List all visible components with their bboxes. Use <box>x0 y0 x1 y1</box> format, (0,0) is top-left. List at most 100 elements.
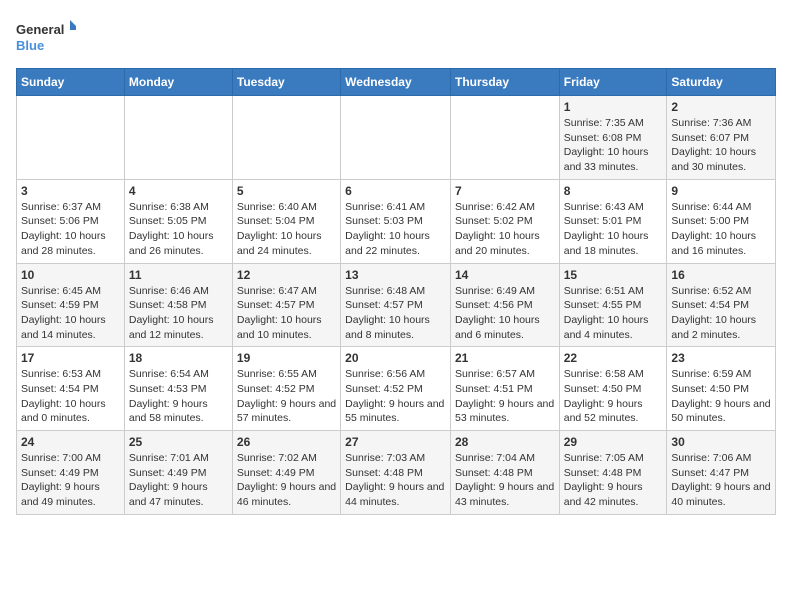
logo-svg: General Blue <box>16 16 76 56</box>
calendar-cell: 18Sunrise: 6:54 AM Sunset: 4:53 PM Dayli… <box>124 347 232 431</box>
calendar-cell: 27 Sunrise: 7:03 AM Sunset: 4:48 PM Dayli… <box>341 431 451 515</box>
day-info: Sunrise: 6:55 AM Sunset: 4:52 PM Dayligh… <box>237 367 336 426</box>
calendar-week-row: 17Sunrise: 6:53 AM Sunset: 4:54 PM Dayli… <box>17 347 776 431</box>
day-number: 3 <box>21 184 120 198</box>
calendar-cell: 25Sunrise: 7:01 AM Sunset: 4:49 PM Dayli… <box>124 431 232 515</box>
calendar-cell: 14Sunrise: 6:49 AM Sunset: 4:56 PM Dayli… <box>450 263 559 347</box>
day-info: Sunrise: 6:44 AM Sunset: 5:00 PM Dayligh… <box>671 200 771 259</box>
calendar-cell: 8 Sunrise: 6:43 AM Sunset: 5:01 PM Daylig… <box>559 179 667 263</box>
day-number: 22 <box>564 351 663 365</box>
day-number: 28 <box>455 435 555 449</box>
day-number: 21 <box>455 351 555 365</box>
day-number: 19 <box>237 351 336 365</box>
calendar-cell <box>341 96 451 180</box>
calendar-cell: 7 Sunrise: 6:42 AM Sunset: 5:02 PM Daylig… <box>450 179 559 263</box>
calendar-cell <box>124 96 232 180</box>
day-number: 23 <box>671 351 771 365</box>
calendar-cell: 19 Sunrise: 6:55 AM Sunset: 4:52 PM Dayli… <box>232 347 340 431</box>
weekday-header: Monday <box>124 69 232 96</box>
day-info: Sunrise: 6:56 AM Sunset: 4:52 PM Dayligh… <box>345 367 446 426</box>
calendar-week-row: 24Sunrise: 7:00 AM Sunset: 4:49 PM Dayli… <box>17 431 776 515</box>
day-info: Sunrise: 6:47 AM Sunset: 4:57 PM Dayligh… <box>237 284 336 343</box>
calendar-cell: 13 Sunrise: 6:48 AM Sunset: 4:57 PM Dayli… <box>341 263 451 347</box>
calendar-cell: 4 Sunrise: 6:38 AM Sunset: 5:05 PM Daylig… <box>124 179 232 263</box>
calendar-cell: 1 Sunrise: 7:35 AM Sunset: 6:08 PM Daylig… <box>559 96 667 180</box>
calendar-cell: 26Sunrise: 7:02 AM Sunset: 4:49 PM Dayli… <box>232 431 340 515</box>
day-info: Sunrise: 6:48 AM Sunset: 4:57 PM Dayligh… <box>345 284 446 343</box>
calendar-cell: 23 Sunrise: 6:59 AM Sunset: 4:50 PM Dayli… <box>667 347 776 431</box>
day-info: Sunrise: 6:59 AM Sunset: 4:50 PM Dayligh… <box>671 367 771 426</box>
weekday-header: Thursday <box>450 69 559 96</box>
calendar-cell: 3 Sunrise: 6:37 AM Sunset: 5:06 PM Daylig… <box>17 179 125 263</box>
day-number: 8 <box>564 184 663 198</box>
day-info: Sunrise: 6:43 AM Sunset: 5:01 PM Dayligh… <box>564 200 663 259</box>
day-info: Sunrise: 6:46 AM Sunset: 4:58 PM Dayligh… <box>129 284 228 343</box>
day-number: 30 <box>671 435 771 449</box>
day-info: Sunrise: 6:54 AM Sunset: 4:53 PM Dayligh… <box>129 367 228 426</box>
day-info: Sunrise: 7:00 AM Sunset: 4:49 PM Dayligh… <box>21 451 120 510</box>
day-number: 13 <box>345 268 446 282</box>
day-info: Sunrise: 6:45 AM Sunset: 4:59 PM Dayligh… <box>21 284 120 343</box>
page-header: General Blue <box>16 16 776 56</box>
day-info: Sunrise: 7:06 AM Sunset: 4:47 PM Dayligh… <box>671 451 771 510</box>
day-number: 11 <box>129 268 228 282</box>
day-number: 2 <box>671 100 771 114</box>
day-info: Sunrise: 6:51 AM Sunset: 4:55 PM Dayligh… <box>564 284 663 343</box>
calendar-cell: 6 Sunrise: 6:41 AM Sunset: 5:03 PM Daylig… <box>341 179 451 263</box>
calendar-cell: 17Sunrise: 6:53 AM Sunset: 4:54 PM Dayli… <box>17 347 125 431</box>
day-info: Sunrise: 6:42 AM Sunset: 5:02 PM Dayligh… <box>455 200 555 259</box>
day-number: 25 <box>129 435 228 449</box>
weekday-header: Sunday <box>17 69 125 96</box>
calendar-cell: 20 Sunrise: 6:56 AM Sunset: 4:52 PM Dayli… <box>341 347 451 431</box>
day-number: 14 <box>455 268 555 282</box>
day-info: Sunrise: 6:38 AM Sunset: 5:05 PM Dayligh… <box>129 200 228 259</box>
calendar-cell <box>232 96 340 180</box>
day-number: 20 <box>345 351 446 365</box>
day-number: 15 <box>564 268 663 282</box>
day-info: Sunrise: 7:35 AM Sunset: 6:08 PM Dayligh… <box>564 116 663 175</box>
weekday-header-row: SundayMondayTuesdayWednesdayThursdayFrid… <box>17 69 776 96</box>
day-info: Sunrise: 6:58 AM Sunset: 4:50 PM Dayligh… <box>564 367 663 426</box>
day-number: 27 <box>345 435 446 449</box>
calendar-cell: 2 Sunrise: 7:36 AM Sunset: 6:07 PM Daylig… <box>667 96 776 180</box>
day-info: Sunrise: 6:41 AM Sunset: 5:03 PM Dayligh… <box>345 200 446 259</box>
calendar-cell: 22 Sunrise: 6:58 AM Sunset: 4:50 PM Dayli… <box>559 347 667 431</box>
day-number: 9 <box>671 184 771 198</box>
svg-text:General: General <box>16 22 64 37</box>
day-info: Sunrise: 6:53 AM Sunset: 4:54 PM Dayligh… <box>21 367 120 426</box>
logo: General Blue <box>16 16 76 56</box>
calendar-cell: 29Sunrise: 7:05 AM Sunset: 4:48 PM Dayli… <box>559 431 667 515</box>
day-info: Sunrise: 7:03 AM Sunset: 4:48 PM Dayligh… <box>345 451 446 510</box>
day-info: Sunrise: 6:37 AM Sunset: 5:06 PM Dayligh… <box>21 200 120 259</box>
day-info: Sunrise: 7:36 AM Sunset: 6:07 PM Dayligh… <box>671 116 771 175</box>
calendar-cell: 16Sunrise: 6:52 AM Sunset: 4:54 PM Dayli… <box>667 263 776 347</box>
calendar-week-row: 1 Sunrise: 7:35 AM Sunset: 6:08 PM Daylig… <box>17 96 776 180</box>
weekday-header: Friday <box>559 69 667 96</box>
day-number: 10 <box>21 268 120 282</box>
day-number: 26 <box>237 435 336 449</box>
calendar-week-row: 3 Sunrise: 6:37 AM Sunset: 5:06 PM Daylig… <box>17 179 776 263</box>
day-info: Sunrise: 6:57 AM Sunset: 4:51 PM Dayligh… <box>455 367 555 426</box>
day-number: 5 <box>237 184 336 198</box>
calendar-table: SundayMondayTuesdayWednesdayThursdayFrid… <box>16 68 776 515</box>
svg-text:Blue: Blue <box>16 38 44 53</box>
calendar-cell: 28Sunrise: 7:04 AM Sunset: 4:48 PM Dayli… <box>450 431 559 515</box>
calendar-cell: 30 Sunrise: 7:06 AM Sunset: 4:47 PM Dayli… <box>667 431 776 515</box>
weekday-header: Tuesday <box>232 69 340 96</box>
day-number: 6 <box>345 184 446 198</box>
day-number: 7 <box>455 184 555 198</box>
calendar-cell <box>450 96 559 180</box>
calendar-week-row: 10 Sunrise: 6:45 AM Sunset: 4:59 PM Dayli… <box>17 263 776 347</box>
calendar-cell: 11 Sunrise: 6:46 AM Sunset: 4:58 PM Dayli… <box>124 263 232 347</box>
day-number: 4 <box>129 184 228 198</box>
day-number: 12 <box>237 268 336 282</box>
calendar-cell: 10 Sunrise: 6:45 AM Sunset: 4:59 PM Dayli… <box>17 263 125 347</box>
day-number: 29 <box>564 435 663 449</box>
day-number: 16 <box>671 268 771 282</box>
calendar-cell: 21 Sunrise: 6:57 AM Sunset: 4:51 PM Dayli… <box>450 347 559 431</box>
calendar-cell: 12 Sunrise: 6:47 AM Sunset: 4:57 PM Dayli… <box>232 263 340 347</box>
calendar-cell <box>17 96 125 180</box>
calendar-cell: 9 Sunrise: 6:44 AM Sunset: 5:00 PM Daylig… <box>667 179 776 263</box>
day-number: 1 <box>564 100 663 114</box>
calendar-cell: 5Sunrise: 6:40 AM Sunset: 5:04 PM Daylig… <box>232 179 340 263</box>
